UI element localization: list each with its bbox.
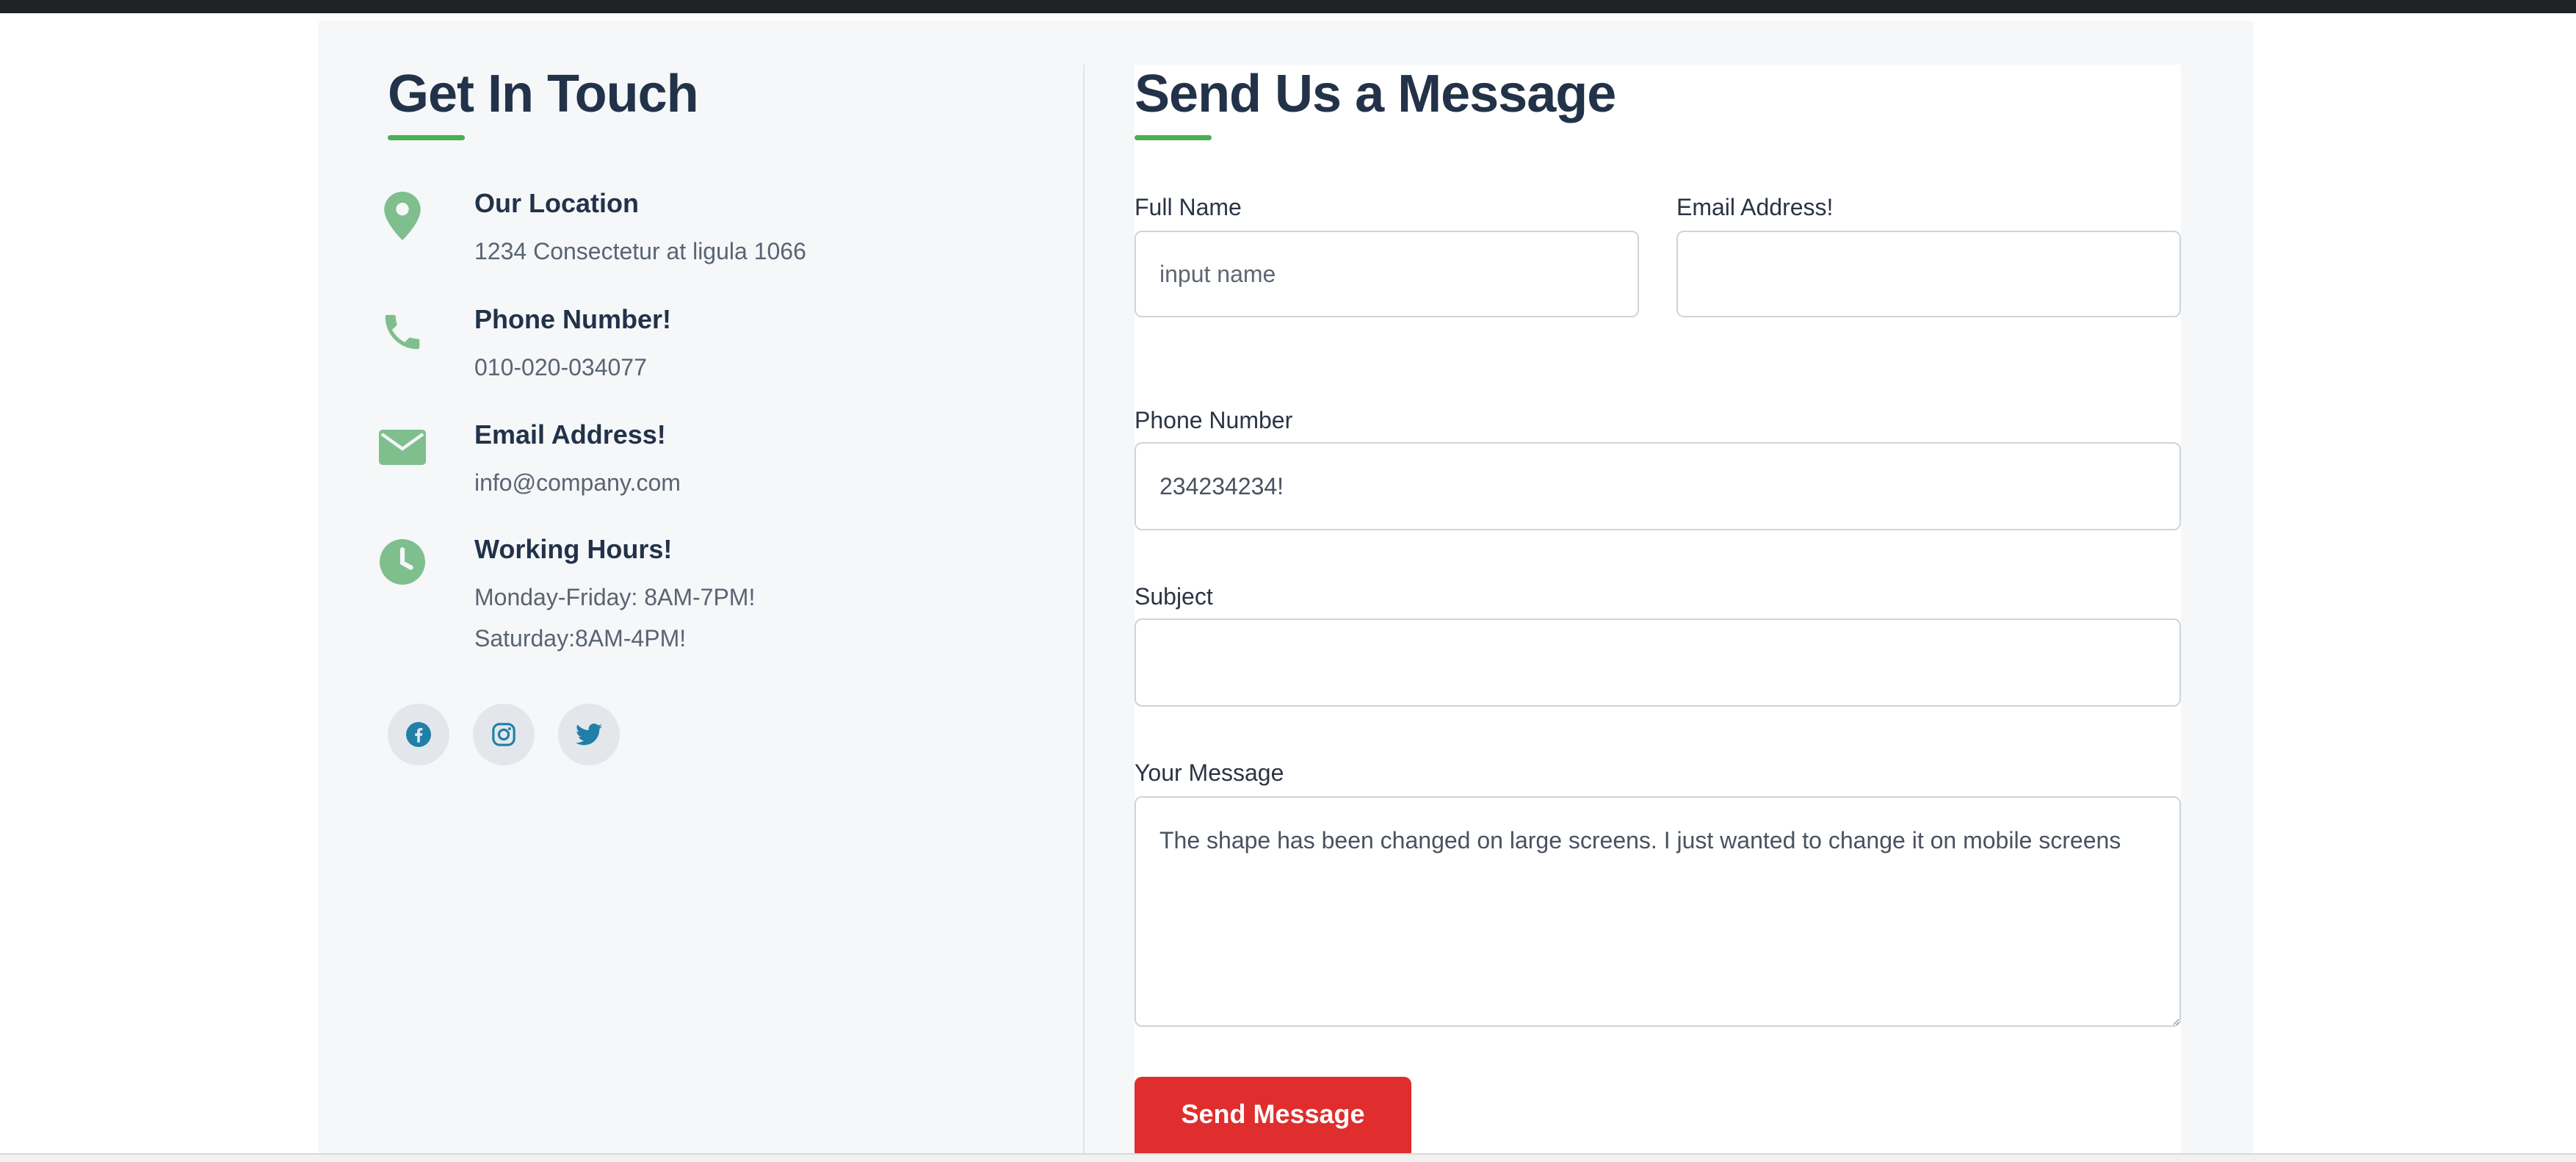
info-line: 010-020-034077: [474, 354, 647, 380]
facebook-icon: [406, 722, 431, 747]
browser-bottom-bar: [0, 1153, 2576, 1162]
heading-accent-line: [1135, 135, 1212, 140]
subject-label: Subject: [1135, 583, 1213, 610]
info-title: Email Address!: [474, 419, 666, 450]
twitter-button[interactable]: [558, 704, 620, 765]
info-text: 010-020-034077: [474, 347, 647, 388]
envelope-icon: [379, 424, 426, 471]
column-divider: [1083, 65, 1085, 1153]
instagram-button[interactable]: [473, 704, 535, 765]
info-title: Working Hours!: [474, 534, 673, 564]
twitter-icon: [576, 723, 602, 746]
heading-accent-line: [388, 135, 465, 140]
contact-form: Send Us a Message Full Name Email Addres…: [1135, 65, 2181, 1159]
info-text: Monday-Friday: 8AM-7PM! Saturday:8AM-4PM…: [474, 577, 755, 659]
message-label: Your Message: [1135, 759, 1284, 786]
facebook-button[interactable]: [388, 704, 449, 765]
info-line: info@company.com: [474, 469, 681, 496]
info-text: 1234 Consectetur at ligula 1066: [474, 231, 806, 272]
phone-input[interactable]: [1135, 442, 2181, 530]
info-title: Phone Number!: [474, 304, 672, 334]
info-title: Our Location: [474, 188, 639, 218]
contact-info-column: Get In Touch Our Location 1234 Consectet…: [379, 59, 1049, 652]
info-text: info@company.com: [474, 462, 681, 503]
form-heading: Send Us a Message: [1135, 65, 1616, 123]
email-input[interactable]: [1676, 231, 2181, 317]
info-line: Monday-Friday: 8AM-7PM!: [474, 584, 756, 610]
message-textarea[interactable]: The shape has been changed on large scre…: [1135, 796, 2181, 1027]
phone-label: Phone Number: [1135, 407, 1293, 433]
browser-top-bar: [0, 0, 2576, 13]
info-line: Saturday:8AM-4PM!: [474, 625, 687, 652]
clock-icon: [379, 538, 426, 585]
info-line: 1234 Consectetur at ligula 1066: [474, 238, 806, 264]
send-message-button[interactable]: Send Message: [1135, 1077, 1411, 1159]
instagram-icon: [492, 723, 515, 746]
phone-icon: [379, 308, 426, 356]
contact-info-heading: Get In Touch: [388, 65, 699, 123]
location-pin-icon: [379, 192, 426, 240]
full-name-label: Full Name: [1135, 194, 1242, 220]
full-name-input[interactable]: [1135, 231, 1639, 317]
email-label: Email Address!: [1676, 194, 1834, 220]
subject-input[interactable]: [1135, 618, 2181, 707]
